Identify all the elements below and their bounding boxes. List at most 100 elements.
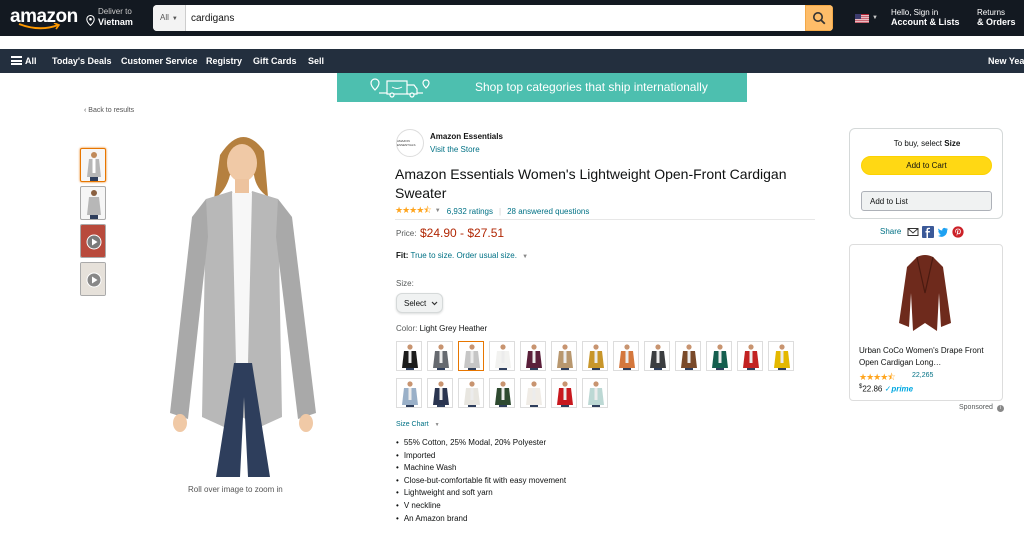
color-swatch[interactable] [458, 341, 484, 371]
list-item: Lightweight and soft yarn [396, 487, 566, 500]
search-category-select[interactable]: All ▼ [153, 5, 186, 31]
facebook-icon[interactable] [922, 225, 934, 238]
twitter-icon[interactable] [937, 225, 949, 237]
us-flag-icon[interactable] [855, 14, 869, 23]
cardigan-swatch-icon [464, 381, 480, 407]
add-to-cart-button[interactable]: Add to Cart [861, 156, 992, 175]
nav-todays-deals[interactable]: Today's Deals [52, 56, 112, 66]
color-swatch[interactable] [427, 378, 453, 408]
cardigan-swatch-icon [433, 381, 449, 407]
color-value: Light Grey Heather [419, 324, 488, 333]
search-button[interactable] [805, 5, 833, 31]
cardigan-swatch-icon [774, 344, 790, 370]
nav-customer-service[interactable]: Customer Service [121, 56, 198, 66]
shipping-banner[interactable]: Shop top categories that ship internatio… [337, 73, 747, 102]
deliver-country: Vietnam [98, 17, 133, 27]
ratings-count-link[interactable]: 6,932 ratings [447, 207, 493, 216]
color-swatch[interactable] [396, 341, 422, 371]
fit-info[interactable]: Fit: True to size. Order usual size. ▼ [396, 251, 528, 260]
nav-sell[interactable]: Sell [308, 56, 324, 66]
color-swatch[interactable] [644, 341, 670, 371]
deliver-to[interactable]: Deliver to Vietnam [86, 7, 150, 31]
color-label: Color: Light Grey Heather [396, 324, 487, 333]
sponsored-rating-count[interactable]: 22,265 [912, 372, 933, 379]
sponsored-product-title[interactable]: Urban CoCo Women's Drape Front Open Card… [859, 345, 997, 369]
cardigan-swatch-icon [743, 344, 759, 370]
email-icon[interactable] [907, 225, 919, 237]
cardigan-swatch-icon [557, 381, 573, 407]
color-swatch[interactable] [706, 341, 732, 371]
product-main-image[interactable] [160, 127, 330, 477]
cardigan-swatch-icon [495, 344, 511, 370]
hamburger-menu-icon[interactable] [11, 56, 22, 65]
size-chart-chevron-icon: ▼ [434, 422, 440, 428]
thumbnail-image[interactable] [80, 148, 106, 182]
feature-bullets: 55% Cotton, 25% Modal, 20% Polyester Imp… [396, 437, 566, 525]
chevron-down-icon: ▼ [171, 16, 178, 22]
thumbnail-image[interactable] [80, 186, 106, 220]
buy-box-title: To buy, select Size [850, 139, 1004, 148]
add-to-list-button[interactable]: Add to List [861, 191, 992, 211]
account-greeting: Hello, Sign in [891, 8, 939, 17]
nav-registry[interactable]: Registry [206, 56, 242, 66]
nav-gift-cards[interactable]: Gift Cards [253, 56, 297, 66]
price-value: $24.90 - $27.51 [420, 226, 505, 240]
sponsored-text: Sponsored [959, 404, 993, 411]
thumbnail-video[interactable] [80, 262, 106, 296]
color-swatch[interactable] [489, 341, 515, 371]
visit-store-link[interactable]: Visit the Store [430, 145, 480, 154]
search-input[interactable] [191, 5, 791, 31]
separator: | [499, 206, 502, 216]
location-pin-icon [86, 15, 95, 26]
nav-all[interactable]: All [25, 56, 37, 66]
cardigan-swatch-icon [495, 381, 511, 407]
sponsored-product-card[interactable]: Urban CoCo Women's Drape Front Open Card… [849, 244, 1003, 401]
answered-questions-link[interactable]: 28 answered questions [507, 207, 589, 216]
star-rating-icon[interactable]: ★★★★⯪ [395, 203, 432, 219]
fit-text: True to size. Order usual size. [410, 251, 517, 260]
nav-promo[interactable]: New Yea [988, 56, 1024, 66]
cardigan-swatch-icon [712, 344, 728, 370]
color-swatch[interactable] [675, 341, 701, 371]
color-swatch[interactable] [582, 341, 608, 371]
sponsored-label: Sponsored i [959, 404, 1004, 412]
color-swatch[interactable] [613, 341, 639, 371]
color-swatch[interactable] [551, 341, 577, 371]
returns-orders-link[interactable]: Returns & Orders [977, 8, 1016, 27]
fit-chevron-icon: ▼ [522, 254, 529, 260]
share-label[interactable]: Share [880, 227, 901, 236]
color-swatch[interactable] [520, 378, 546, 408]
cardigan-thumbnail-icon [87, 152, 101, 181]
rating-chevron-icon[interactable]: ▼ [435, 208, 441, 214]
list-item: V neckline [396, 500, 566, 513]
color-swatch[interactable] [427, 341, 453, 371]
share-icons [907, 225, 964, 238]
sponsored-product-image[interactable] [895, 253, 955, 333]
info-icon[interactable]: i [996, 405, 1004, 412]
amazon-logo[interactable]: amazon [10, 4, 78, 32]
color-swatch[interactable] [737, 341, 763, 371]
size-dropdown[interactable]: Select [396, 293, 443, 313]
brand-logo-text: AMAZON ESSENTIALS [397, 139, 416, 147]
color-swatch[interactable] [458, 378, 484, 408]
cardigan-swatch-icon [619, 344, 635, 370]
size-chart-link[interactable]: Size Chart ▼ [396, 421, 440, 428]
color-swatch[interactable] [396, 378, 422, 408]
cardigan-swatch-icon [402, 381, 418, 407]
size-chart-label: Size Chart [396, 421, 429, 428]
color-swatch[interactable] [520, 341, 546, 371]
cardigan-swatch-icon [526, 381, 542, 407]
price-value: 22.86 [862, 384, 883, 394]
pinterest-icon[interactable] [952, 225, 964, 238]
color-swatch[interactable] [768, 341, 794, 371]
color-swatch[interactable] [582, 378, 608, 408]
thumbnail-video[interactable] [80, 224, 106, 258]
list-item: Close-but-comfortable fit with easy move… [396, 475, 566, 488]
color-swatch[interactable] [551, 378, 577, 408]
sponsored-price: $22.86 ✓prime [859, 384, 913, 394]
account-lists-menu[interactable]: Hello, Sign in Account & Lists [891, 8, 960, 27]
cardigan-swatch-icon [433, 344, 449, 370]
color-swatch[interactable] [489, 378, 515, 408]
back-to-results-link[interactable]: ‹ Back to results [84, 107, 134, 114]
brand-logo[interactable]: AMAZON ESSENTIALS [396, 129, 424, 157]
